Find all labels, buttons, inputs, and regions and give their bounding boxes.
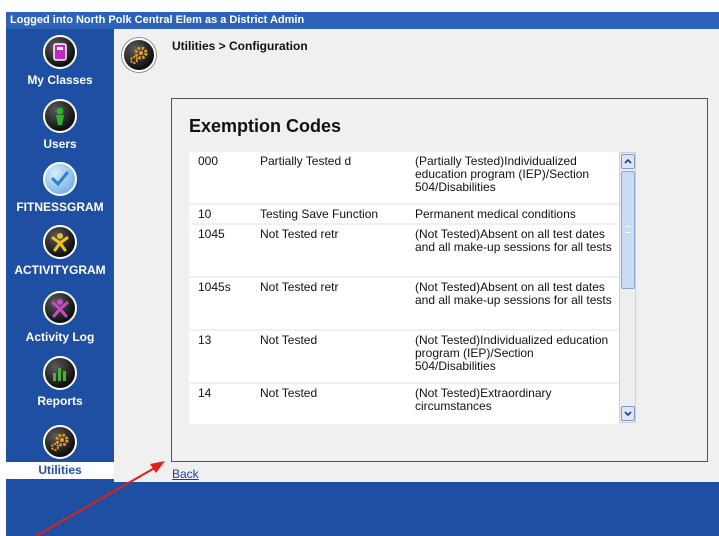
table-row[interactable]: 14 Not Tested (Not Tested)Extraordinary …	[189, 384, 619, 424]
sidebar-item-label: ACTIVITYGRAM	[14, 263, 106, 277]
name-cell: Testing Save Function	[260, 207, 379, 221]
login-status-bar: Logged into North Polk Central Elem as a…	[6, 12, 719, 29]
users-icon	[43, 99, 77, 133]
scroll-down-button[interactable]	[621, 406, 635, 421]
sidebar-item-utilities[interactable]: Utilities	[6, 425, 114, 485]
sidebar-item-label: FITNESSGRAM	[16, 200, 104, 214]
name-cell: Not Tested retr	[260, 280, 339, 294]
name-cell: Partially Tested d	[260, 154, 352, 168]
sidebar-item-label: Activity Log	[25, 330, 95, 344]
sidebar-item-label: My Classes	[27, 73, 93, 87]
utilities-icon	[122, 38, 156, 72]
sidebar-item-activitygram[interactable]: ACTIVITYGRAM	[6, 225, 114, 285]
table-row[interactable]: 1045 Not Tested retr (Not Tested)Absent …	[189, 225, 619, 276]
sidebar-item-label: Reports	[37, 394, 83, 408]
code-cell: 1045s	[198, 280, 231, 294]
reports-icon	[43, 356, 77, 390]
breadcrumb: Utilities > Configuration	[172, 39, 308, 53]
sidebar: My Classes Users FITNESSGRAM ACTIVITYGRA…	[6, 29, 114, 482]
sidebar-item-label: Utilities	[6, 462, 114, 479]
activitygram-icon	[43, 225, 77, 259]
description-cell: (Not Tested)Individualized education pro…	[415, 333, 609, 373]
scroll-up-button[interactable]	[621, 154, 635, 169]
grip-icon	[626, 226, 631, 233]
chevron-down-icon	[624, 411, 632, 417]
table-row[interactable]: 000 Partially Tested d (Partially Tested…	[189, 152, 619, 203]
description-cell: (Partially Tested)Individualized educati…	[415, 154, 590, 194]
footer-bar	[6, 482, 719, 536]
panel-title: Exemption Codes	[189, 116, 342, 136]
code-cell: 10	[198, 207, 212, 221]
description-cell: Permanent medical conditions	[415, 207, 576, 221]
app-frame: Logged into North Polk Central Elem as a…	[6, 12, 719, 536]
exemption-codes-table: 000 Partially Tested d (Partially Tested…	[189, 152, 635, 424]
chevron-up-icon	[624, 158, 632, 164]
my-classes-icon	[43, 35, 77, 69]
sidebar-item-my-classes[interactable]: My Classes	[6, 35, 114, 95]
code-cell: 000	[198, 154, 219, 168]
sidebar-item-label: Users	[43, 137, 77, 151]
sidebar-item-fitnessgram[interactable]: FITNESSGRAM	[6, 162, 114, 222]
scroll-thumb[interactable]	[621, 171, 635, 289]
exemption-codes-panel: Exemption Codes 000 Partially Tested d (…	[171, 98, 708, 462]
description-cell: (Not Tested)Absent on all test dates and…	[415, 227, 612, 254]
back-link[interactable]: Back	[172, 467, 199, 481]
sidebar-item-activity-log[interactable]: Activity Log	[6, 291, 114, 351]
activity-log-icon	[43, 291, 77, 325]
fitnessgram-icon	[43, 162, 77, 196]
code-cell: 13	[198, 333, 212, 347]
code-cell: 14	[198, 386, 212, 400]
table-row[interactable]: 13 Not Tested (Not Tested)Individualized…	[189, 331, 619, 382]
description-cell: (Not Tested)Extraordinary circumstances	[415, 386, 552, 413]
code-cell: 1045	[198, 227, 225, 241]
sidebar-item-reports[interactable]: Reports	[6, 356, 114, 416]
table-scrollbar[interactable]	[619, 152, 636, 423]
name-cell: Not Tested retr	[260, 227, 339, 241]
table-row[interactable]: 1045s Not Tested retr (Not Tested)Absent…	[189, 278, 619, 329]
utilities-icon	[43, 425, 77, 459]
name-cell: Not Tested	[260, 386, 318, 400]
main-content: Utilities > Configuration Exemption Code…	[114, 29, 719, 482]
name-cell: Not Tested	[260, 333, 318, 347]
sidebar-item-users[interactable]: Users	[6, 99, 114, 159]
table-row[interactable]: 10 Testing Save Function Permanent medic…	[189, 205, 619, 223]
description-cell: (Not Tested)Absent on all test dates and…	[415, 280, 612, 307]
